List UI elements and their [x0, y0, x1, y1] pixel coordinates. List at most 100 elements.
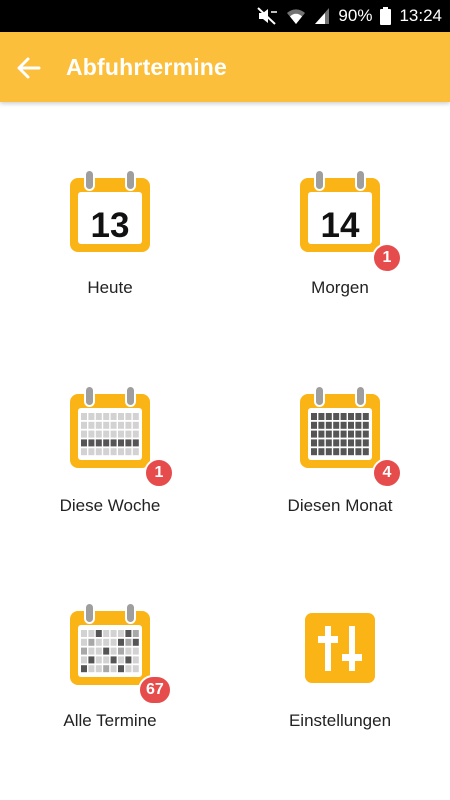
calendar-cell [110, 413, 117, 420]
calendar-cell [311, 413, 317, 420]
arrow-back-icon [17, 57, 41, 79]
calendar-cell [110, 448, 117, 456]
calendar-cell [132, 448, 139, 456]
calendar-cell [95, 630, 102, 637]
calendar-cell [103, 448, 110, 456]
tile-einstellungen[interactable]: Einstellungen [240, 603, 440, 773]
calendar-cell [132, 638, 139, 646]
calendar-cell [95, 656, 102, 664]
back-button[interactable] [14, 53, 44, 83]
calendar-cell [88, 630, 95, 637]
calendar-cell [340, 421, 347, 429]
calendar-cell [132, 413, 139, 420]
calendar-cell [348, 448, 354, 456]
tile-morgen[interactable]: 14 1 Morgen [240, 170, 440, 340]
calendar-cell [103, 656, 110, 664]
settings-sliders-icon [305, 613, 375, 683]
calendar-day-number: 14 [321, 206, 360, 245]
calendar-cell [88, 665, 95, 673]
calendar-cell [125, 439, 132, 447]
calendar-cell [118, 413, 124, 420]
calendar-cell [118, 421, 124, 429]
calendar-cell [103, 430, 110, 438]
calendar-cell [362, 448, 369, 456]
tile-label-diese-woche: Diese Woche [59, 496, 161, 515]
calendar-day-icon: 14 [300, 170, 380, 252]
calendar-cell [103, 630, 110, 637]
calendar-cell [348, 439, 354, 447]
status-icons: 90% 13:24 [256, 0, 442, 32]
calendar-month-icon [300, 386, 380, 468]
calendar-cell [110, 638, 117, 646]
notification-badge: 4 [372, 458, 402, 488]
notification-badge: 67 [138, 675, 172, 705]
calendar-cell [103, 439, 110, 447]
calendar-cell [88, 647, 95, 655]
calendar-cell [325, 448, 332, 456]
calendar-cell [95, 665, 102, 673]
tile-label-diesen-monat: Diesen Monat [287, 496, 393, 515]
tile-label-alle-termine: Alle Termine [63, 711, 157, 730]
calendar-cell [125, 665, 132, 673]
calendar-cell [355, 421, 362, 429]
calendar-cell [132, 630, 139, 637]
tile-diesen-monat[interactable]: 4 Diesen Monat [240, 386, 440, 556]
calendar-cell [81, 638, 87, 646]
calendar-cell [88, 430, 95, 438]
calendar-cell [81, 439, 87, 447]
calendar-cell [132, 430, 139, 438]
page-title: Abfuhrtermine [66, 54, 228, 80]
calendar-cell [362, 430, 369, 438]
calendar-day-icon: 13 [70, 170, 150, 252]
calendar-cell [95, 647, 102, 655]
calendar-cell [88, 413, 95, 420]
calendar-cell [95, 439, 102, 447]
calendar-cell [81, 413, 87, 420]
calendar-cell [110, 647, 117, 655]
calendar-cell [333, 448, 340, 456]
calendar-cell [81, 430, 87, 438]
calendar-cell [88, 448, 95, 456]
calendar-cell [81, 448, 87, 456]
tile-heute[interactable]: 13 Heute [10, 170, 210, 340]
calendar-cell [318, 413, 325, 420]
notification-badge: 1 [144, 458, 174, 488]
calendar-cell [110, 656, 117, 664]
calendar-cell [125, 647, 132, 655]
calendar-cell [325, 421, 332, 429]
calendar-cell [325, 413, 332, 420]
calendar-cell [81, 630, 87, 637]
calendar-cell [355, 448, 362, 456]
calendar-cell [132, 665, 139, 673]
calendar-cell [118, 448, 124, 456]
calendar-cell [333, 421, 340, 429]
wifi-icon [287, 9, 306, 24]
calendar-cell [340, 439, 347, 447]
calendar-cell [132, 656, 139, 664]
calendar-cell [132, 439, 139, 447]
calendar-cell [340, 413, 347, 420]
calendar-cell [103, 647, 110, 655]
calendar-cell [110, 421, 117, 429]
calendar-cell [362, 421, 369, 429]
calendar-cell [95, 413, 102, 420]
calendar-cell [118, 656, 124, 664]
tile-label-morgen: Morgen [311, 278, 369, 297]
calendar-cell [125, 430, 132, 438]
calendar-cell [88, 421, 95, 429]
notification-badge: 1 [372, 243, 402, 273]
calendar-cell [125, 638, 132, 646]
calendar-cell [88, 439, 95, 447]
battery-percent: 90% [338, 6, 373, 25]
calendar-cell [348, 413, 354, 420]
calendar-cell [110, 665, 117, 673]
calendar-week-icon [70, 386, 150, 468]
calendar-cell [333, 413, 340, 420]
calendar-cell [311, 439, 317, 447]
tile-alle-termine[interactable]: 67 Alle Termine [10, 603, 210, 773]
calendar-cell [81, 656, 87, 664]
calendar-cell [125, 421, 132, 429]
calendar-cell [110, 439, 117, 447]
tile-diese-woche[interactable]: 1 Diese Woche [10, 386, 210, 556]
battery-icon [380, 7, 392, 25]
